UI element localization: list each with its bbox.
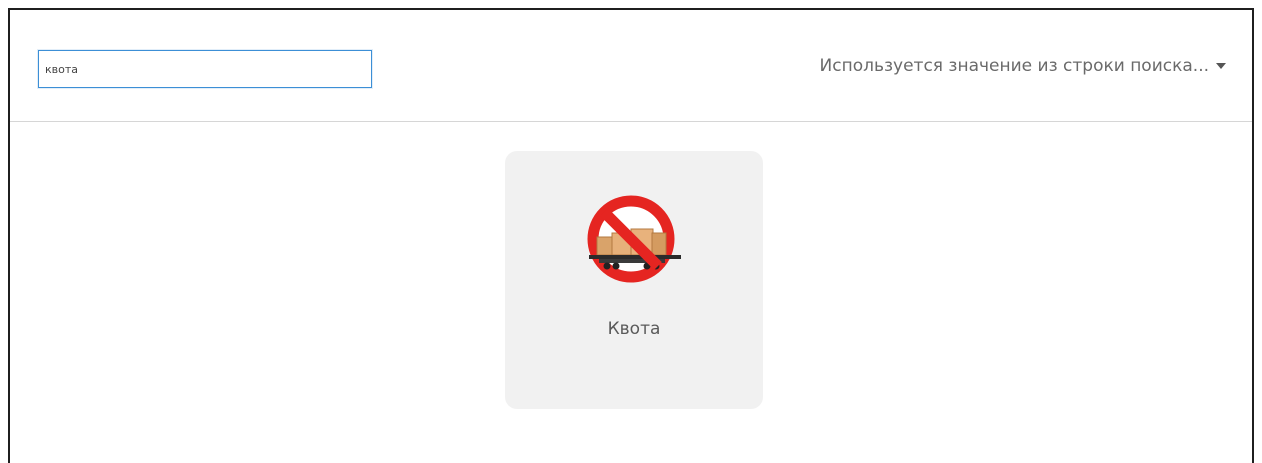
no-freight-wagon-icon bbox=[587, 195, 681, 283]
result-card-label: Квота bbox=[607, 319, 661, 339]
search-mode-label: Используется значение из строки поиска..… bbox=[819, 56, 1209, 76]
caret-down-icon bbox=[1216, 63, 1226, 69]
search-mode-dropdown[interactable]: Используется значение из строки поиска..… bbox=[820, 56, 1226, 76]
search-input[interactable] bbox=[38, 50, 372, 88]
result-card-quota[interactable]: Квота bbox=[505, 151, 763, 409]
search-header: Используется значение из строки поиска..… bbox=[10, 10, 1252, 122]
main-panel: Используется значение из строки поиска..… bbox=[8, 8, 1254, 463]
